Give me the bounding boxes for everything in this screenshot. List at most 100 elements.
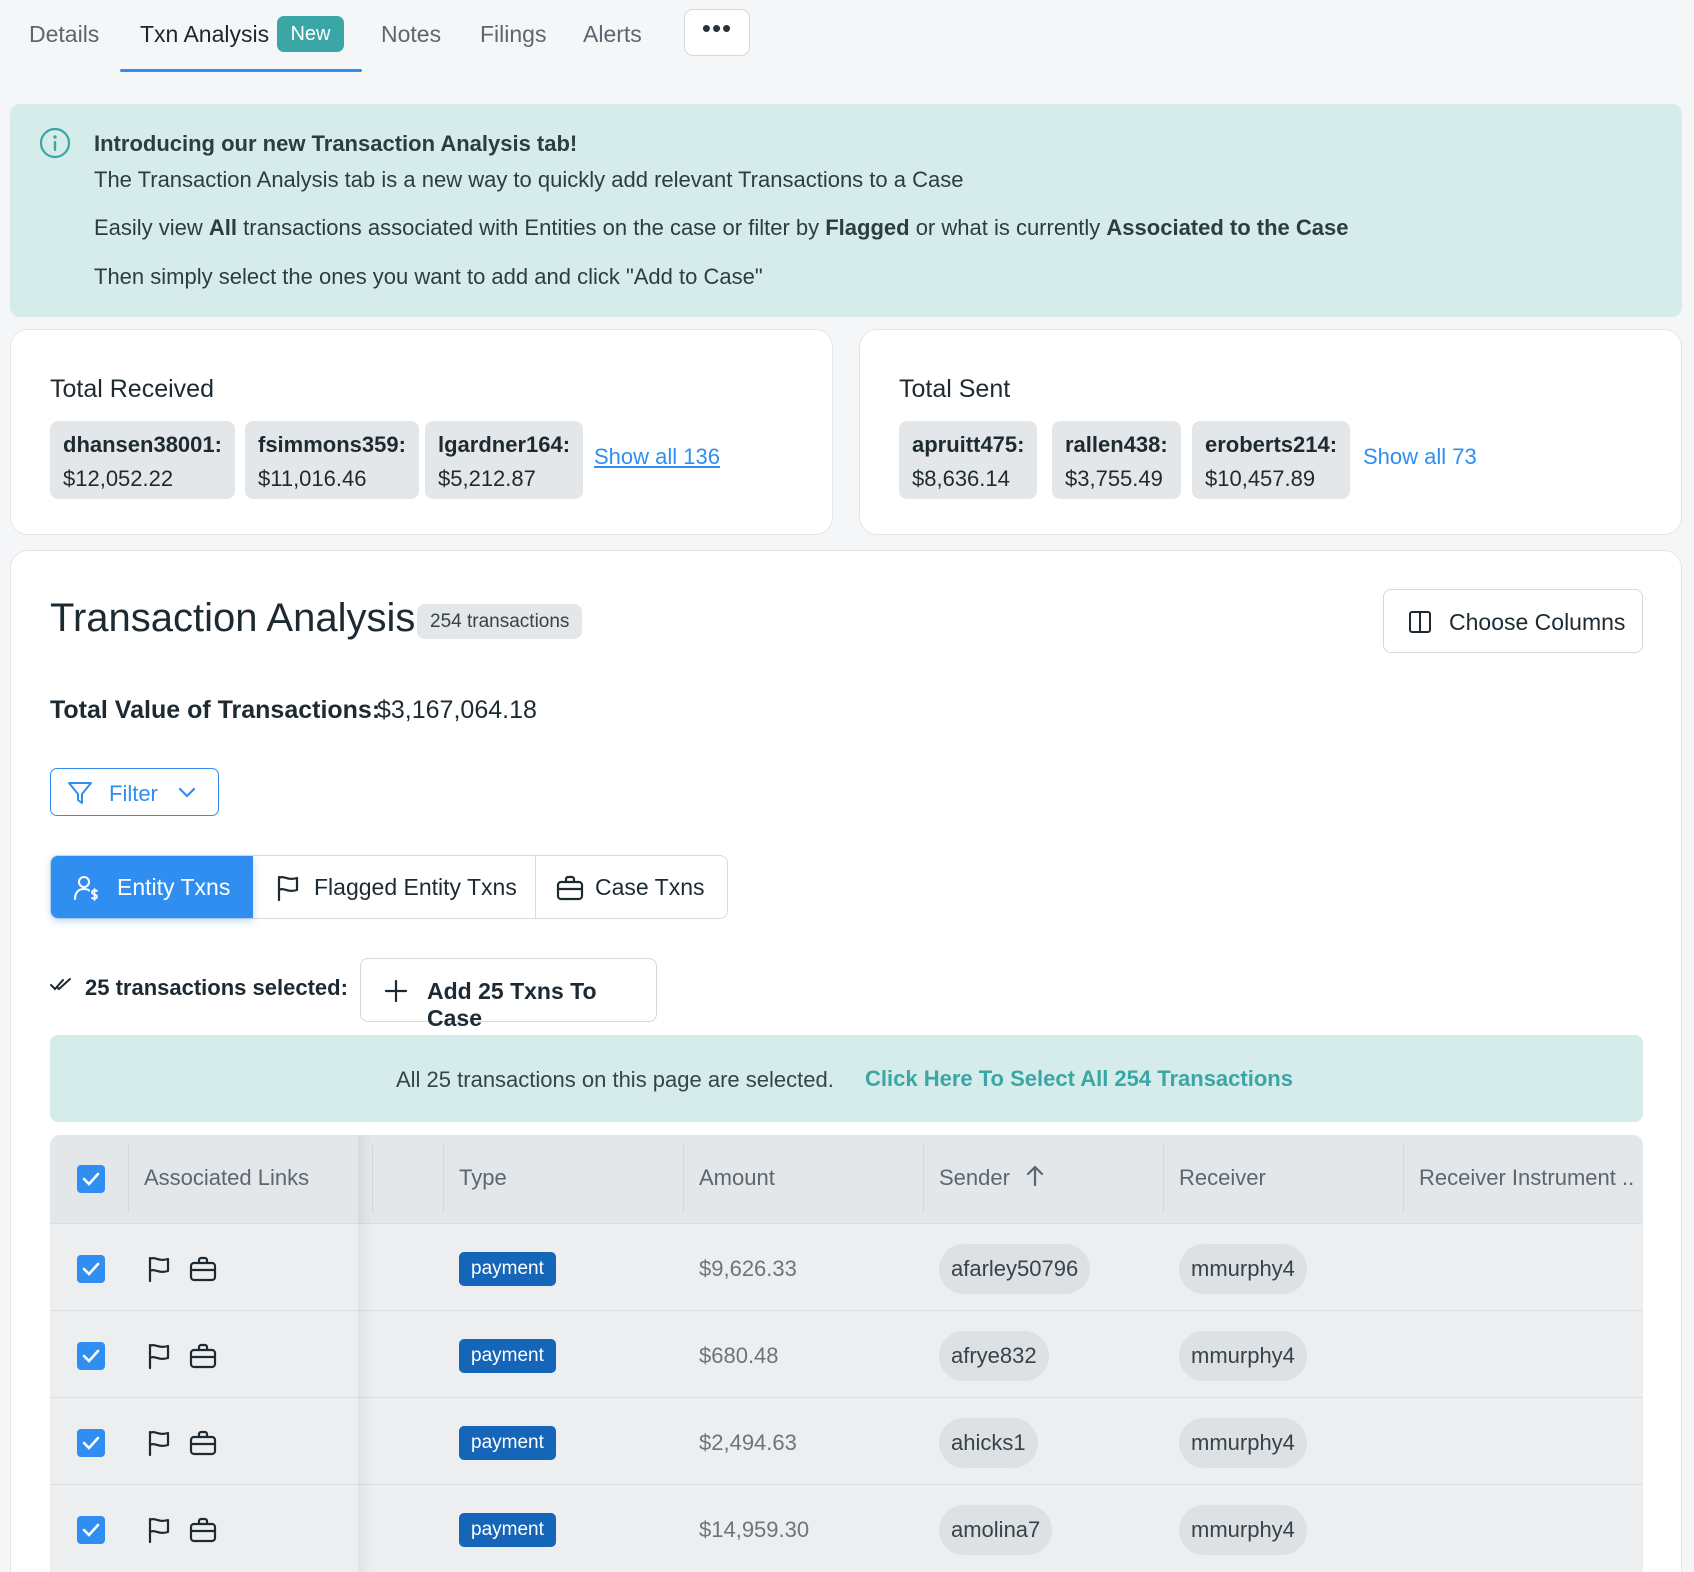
row-checkbox[interactable] xyxy=(77,1516,105,1544)
row-checkbox[interactable] xyxy=(77,1255,105,1283)
flag-icon[interactable] xyxy=(146,1429,172,1457)
briefcase-icon[interactable] xyxy=(189,1342,217,1370)
briefcase-icon[interactable] xyxy=(189,1429,217,1457)
tab-alerts[interactable]: Alerts xyxy=(583,14,642,54)
total-value: $3,167,064.18 xyxy=(377,696,537,724)
table-row[interactable]: payment $2,494.63 ahicks1 mmurphy4 xyxy=(50,1397,1643,1484)
tab-bar: Details Txn Analysis New Notes Filings A… xyxy=(0,0,1694,76)
select-all-checkbox[interactable] xyxy=(77,1165,105,1193)
amount-cell: $9,626.33 xyxy=(699,1256,797,1281)
selected-count-text: 25 transactions selected: xyxy=(85,975,348,1000)
transaction-analysis-panel: Transaction Analysis 254 transactions Ch… xyxy=(10,550,1682,1572)
receiver-pill[interactable]: mmurphy4 xyxy=(1179,1418,1307,1468)
sender-pill[interactable]: afarley50796 xyxy=(939,1244,1091,1294)
funnel-icon xyxy=(68,782,92,804)
user-dollar-icon xyxy=(74,876,98,901)
more-tabs-button[interactable]: ••• xyxy=(684,9,750,56)
receiver-pill[interactable]: mmurphy4 xyxy=(1179,1505,1307,1555)
flag-icon xyxy=(277,875,299,902)
total-sent-card: Total Sent apruitt475: $8,636.14 rallen43… xyxy=(859,329,1682,535)
plus-icon xyxy=(384,979,408,1003)
filter-button[interactable]: Filter xyxy=(50,768,219,816)
column-header-type[interactable]: Type xyxy=(459,1165,507,1191)
table-row[interactable]: payment $680.48 afrye832 mmurphy4 xyxy=(50,1310,1643,1397)
info-icon xyxy=(39,127,71,159)
show-all-sent-link[interactable]: Show all 73 xyxy=(1363,444,1477,470)
column-header-receiver-instrument[interactable]: Receiver Instrument .. xyxy=(1419,1165,1634,1191)
type-tag: payment xyxy=(459,1339,556,1373)
check-icon xyxy=(82,1262,100,1276)
tab-filings[interactable]: Filings xyxy=(480,14,546,54)
amount-cell: $2,494.63 xyxy=(699,1430,797,1455)
banner-line-1: The Transaction Analysis tab is a new wa… xyxy=(94,167,964,192)
table-row[interactable]: payment $14,959.30 amolina7 mmurphy4 xyxy=(50,1484,1643,1571)
column-header-associated-links[interactable]: Associated Links xyxy=(144,1165,309,1191)
banner-line-3: Then simply select the ones you want to … xyxy=(94,264,763,289)
amount-cell: $680.48 xyxy=(699,1343,779,1368)
amount-cell: $14,959.30 xyxy=(699,1517,810,1542)
show-all-received-link[interactable]: Show all 136 xyxy=(594,444,720,470)
type-tag: payment xyxy=(459,1252,556,1286)
row-checkbox[interactable] xyxy=(77,1342,105,1370)
tab-details[interactable]: Details xyxy=(29,14,99,54)
info-banner: Introducing our new Transaction Analysis… xyxy=(10,104,1682,317)
check-icon xyxy=(82,1523,100,1537)
briefcase-icon[interactable] xyxy=(189,1255,217,1283)
type-tag: payment xyxy=(459,1426,556,1460)
more-icon: ••• xyxy=(701,13,733,43)
chevron-down-icon xyxy=(178,787,196,798)
table-header: Associated Links Type Amount Sender Rece… xyxy=(50,1135,1643,1223)
sent-chip: eroberts214: $10,457.89 xyxy=(1192,421,1351,499)
row-checkbox[interactable] xyxy=(77,1429,105,1457)
total-sent-title: Total Sent xyxy=(899,375,1011,403)
column-header-sender[interactable]: Sender xyxy=(939,1165,1044,1191)
flag-icon[interactable] xyxy=(146,1255,172,1283)
receiver-pill[interactable]: mmurphy4 xyxy=(1179,1244,1307,1294)
flag-icon[interactable] xyxy=(146,1516,172,1544)
sender-pill[interactable]: amolina7 xyxy=(939,1505,1053,1555)
page: Details Txn Analysis New Notes Filings A… xyxy=(0,0,1694,1572)
choose-columns-button[interactable]: Choose Columns xyxy=(1383,589,1643,653)
entity-txns-toggle[interactable]: Entity Txns xyxy=(51,856,253,918)
double-check-icon xyxy=(50,978,71,991)
sent-chip: apruitt475: $8,636.14 xyxy=(899,421,1038,499)
tab-notes[interactable]: Notes xyxy=(381,14,441,54)
case-txns-toggle[interactable]: Case Txns xyxy=(536,856,728,918)
received-chip: lgardner164: $5,212.87 xyxy=(425,421,584,499)
column-header-receiver[interactable]: Receiver xyxy=(1179,1165,1266,1191)
sent-chip: rallen438: $3,755.49 xyxy=(1052,421,1181,499)
select-all-link[interactable]: Click Here To Select All 254 Transaction… xyxy=(865,1066,1293,1092)
sender-pill[interactable]: ahicks1 xyxy=(939,1418,1038,1468)
txn-scope-toggle: Entity Txns Flagged Entity Txns Case Txn… xyxy=(50,855,728,919)
sort-ascending-icon xyxy=(1026,1165,1044,1187)
briefcase-icon xyxy=(556,875,584,901)
received-chip: dhansen38001: $12,052.22 xyxy=(50,421,235,499)
flag-icon[interactable] xyxy=(146,1342,172,1370)
total-value-label: Total Value of Transactions: xyxy=(50,696,381,724)
column-header-amount[interactable]: Amount xyxy=(699,1165,775,1191)
columns-icon xyxy=(1409,611,1431,633)
frozen-column-shadow xyxy=(358,1135,372,1572)
check-icon xyxy=(82,1436,100,1450)
banner-line-2: Easily view All transactions associated … xyxy=(94,215,1349,240)
check-icon xyxy=(82,1172,100,1186)
check-icon xyxy=(82,1349,100,1363)
banner-title: Introducing our new Transaction Analysis… xyxy=(94,131,578,156)
transactions-table: Associated Links Type Amount Sender Rece… xyxy=(50,1135,1643,1572)
page-title: Transaction Analysis xyxy=(50,596,416,640)
total-received-card: Total Received dhansen38001: $12,052.22 f… xyxy=(10,329,833,535)
selection-banner: All 25 transactions on this page are sel… xyxy=(50,1035,1643,1122)
selection-banner-text: All 25 transactions on this page are sel… xyxy=(396,1067,834,1092)
flagged-entity-txns-toggle[interactable]: Flagged Entity Txns xyxy=(253,856,536,918)
sender-pill[interactable]: afrye832 xyxy=(939,1331,1049,1381)
tab-txn-analysis[interactable]: Txn Analysis xyxy=(140,14,269,54)
active-tab-indicator xyxy=(120,69,362,72)
new-badge: New xyxy=(277,16,344,52)
add-to-case-button[interactable]: Add 25 Txns To Case xyxy=(360,958,657,1031)
briefcase-icon[interactable] xyxy=(189,1516,217,1544)
table-row[interactable]: payment $9,626.33 afarley50796 mmurphy4 xyxy=(50,1223,1643,1310)
transaction-count-badge: 254 transactions xyxy=(417,604,583,639)
receiver-pill[interactable]: mmurphy4 xyxy=(1179,1331,1307,1381)
received-chip: fsimmons359: $11,016.46 xyxy=(245,421,419,499)
total-received-title: Total Received xyxy=(50,375,214,403)
